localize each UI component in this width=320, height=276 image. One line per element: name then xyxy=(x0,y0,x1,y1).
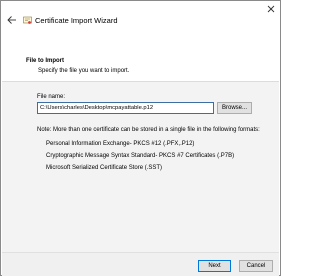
browse-button[interactable]: Browse... xyxy=(217,102,252,114)
note-text: Note: More than one certificate can be s… xyxy=(37,127,260,133)
format-p7b: Cryptographic Message Syntax Standard- P… xyxy=(46,153,235,159)
certificate-import-wizard-window: Certificate Import Wizard File to Import… xyxy=(0,0,281,276)
format-pfx: Personal Information Exchange- PKCS #12 … xyxy=(46,141,195,147)
certificate-icon xyxy=(23,16,32,24)
page-title: File to Import xyxy=(26,58,64,64)
file-name-input[interactable] xyxy=(37,102,214,114)
close-icon[interactable] xyxy=(265,4,277,14)
wizard-header xyxy=(2,51,279,82)
format-sst: Microsoft Serialized Certificate Store (… xyxy=(46,165,163,171)
cancel-button[interactable]: Cancel xyxy=(239,260,273,272)
title-bar: Certificate Import Wizard xyxy=(1,1,280,31)
next-button[interactable]: Next xyxy=(198,260,231,272)
back-arrow-icon[interactable] xyxy=(7,15,17,25)
file-name-label: File name: xyxy=(37,94,66,100)
window-title: Certificate Import Wizard xyxy=(35,16,118,25)
button-bar xyxy=(2,252,279,276)
page-subtitle: Specify the file you want to import. xyxy=(38,68,130,74)
